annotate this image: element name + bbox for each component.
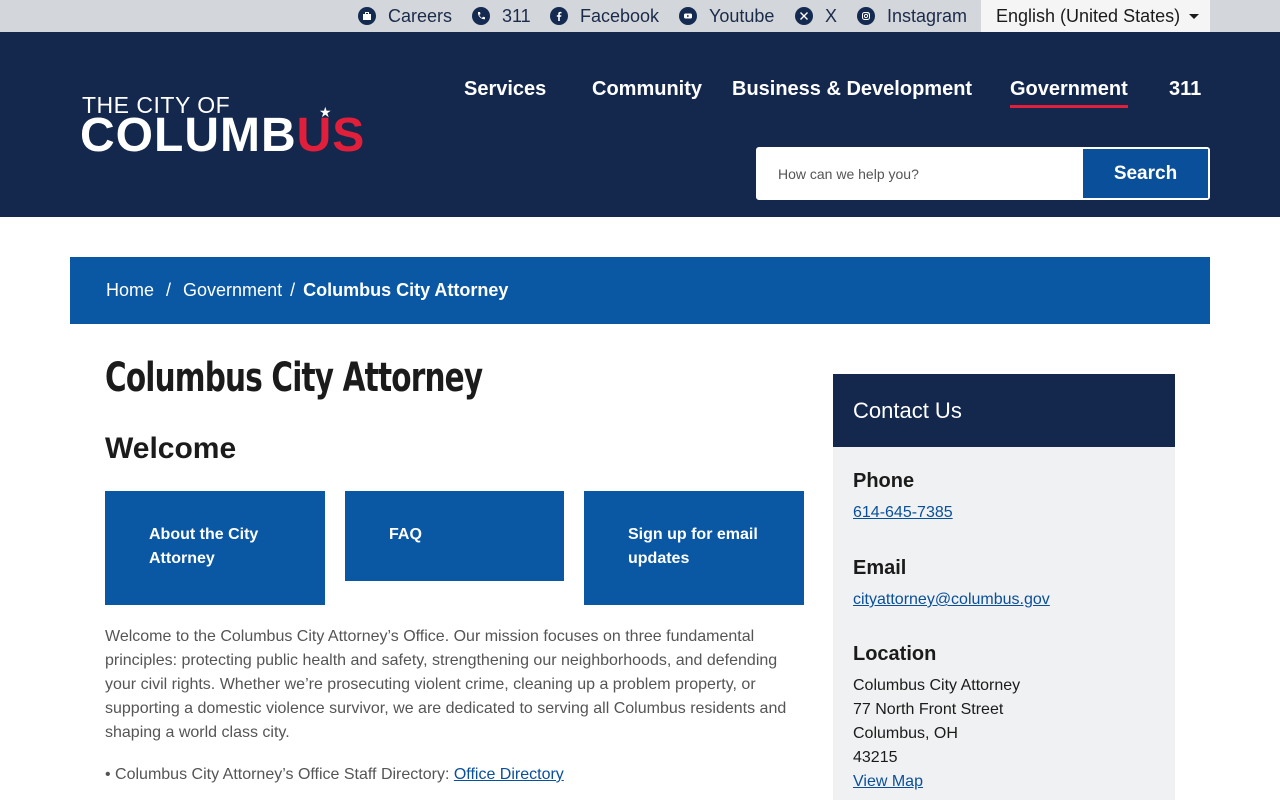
email-link[interactable]: cityattorney@columbus.gov	[853, 591, 1050, 609]
youtube-link[interactable]: Youtube	[679, 0, 774, 32]
nav-services[interactable]: Services	[464, 78, 546, 101]
intro-paragraph: Welcome to the Columbus City Attorney’s …	[105, 628, 787, 741]
phone-label: Phone	[853, 470, 915, 492]
address-line: 77 North Front Street	[853, 701, 1004, 718]
instagram-label: Instagram	[887, 5, 968, 26]
breadcrumb: Home / Government / Columbus City Attorn…	[70, 257, 1210, 324]
about-city-attorney-tile[interactable]: About the City Attorney	[105, 491, 325, 605]
breadcrumb-current: Columbus City Attorney	[303, 280, 509, 300]
staff-directory-line: • Columbus City Attorney’s Office Staff …	[105, 766, 564, 784]
facebook-icon	[550, 7, 568, 25]
caret-down-icon	[1189, 14, 1199, 19]
search-form: Search	[756, 147, 1210, 200]
x-label: X	[825, 5, 838, 26]
breadcrumb-home[interactable]: Home	[106, 280, 154, 301]
breadcrumb-government[interactable]: Government	[183, 280, 282, 301]
phone-icon	[472, 7, 490, 25]
nav-311[interactable]: 311	[1169, 78, 1201, 101]
view-map-link[interactable]: View Map	[853, 773, 923, 791]
phone-311-link[interactable]: 311	[472, 0, 531, 32]
x-icon	[795, 7, 813, 25]
logo-line2-red: US	[296, 109, 366, 162]
careers-label: Careers	[388, 5, 453, 26]
email-signup-tile[interactable]: Sign up for email updates	[584, 491, 804, 605]
welcome-heading: Welcome	[105, 432, 237, 465]
careers-link[interactable]: Careers	[358, 0, 452, 32]
instagram-link[interactable]: Instagram	[857, 0, 967, 32]
phone-311-label: 311	[502, 5, 531, 26]
office-directory-link[interactable]: Office Directory	[454, 766, 564, 783]
location-label: Location	[853, 643, 937, 665]
utility-bar: Careers 311 Facebook Youtube X Instagram…	[0, 0, 1280, 32]
youtube-icon	[679, 7, 697, 25]
city-logo[interactable]: THE CITY OF ★ COLUMBUS	[80, 92, 380, 162]
nav-business-development[interactable]: Business & Development	[732, 78, 972, 101]
logo-line2: COLUMBUS	[80, 112, 365, 160]
youtube-label: Youtube	[709, 5, 775, 26]
address-line: 43215	[853, 749, 898, 766]
breadcrumb-separator: /	[166, 280, 172, 300]
address-line: Columbus City Attorney	[853, 677, 1021, 694]
instagram-icon	[857, 7, 875, 25]
facebook-link[interactable]: Facebook	[550, 0, 659, 32]
nav-community[interactable]: Community	[592, 78, 702, 101]
logo-line2-white: COLUMB	[80, 109, 297, 162]
language-select[interactable]: English (United States)	[981, 0, 1210, 32]
phone-link[interactable]: 614-645-7385	[853, 504, 953, 522]
email-label: Email	[853, 557, 907, 579]
language-label: English (United States)	[996, 5, 1181, 26]
faq-tile[interactable]: FAQ	[345, 491, 564, 581]
site-header: THE CITY OF ★ COLUMBUS Services Communit…	[0, 32, 1280, 217]
search-button[interactable]: Search	[1083, 149, 1208, 198]
address-line: Columbus, OH	[853, 725, 958, 742]
contact-card: Contact Us Phone 614-645-7385 Email city…	[833, 374, 1175, 800]
x-link[interactable]: X	[795, 0, 837, 32]
briefcase-icon	[358, 7, 376, 25]
search-input[interactable]	[758, 149, 1083, 198]
breadcrumb-separator: /	[290, 280, 296, 300]
facebook-label: Facebook	[580, 5, 660, 26]
page-title: Columbus City Attorney	[105, 355, 483, 401]
contact-title: Contact Us	[833, 374, 1175, 447]
nav-government[interactable]: Government	[1010, 78, 1128, 108]
staff-directory-prefix: • Columbus City Attorney’s Office Staff …	[105, 766, 454, 783]
